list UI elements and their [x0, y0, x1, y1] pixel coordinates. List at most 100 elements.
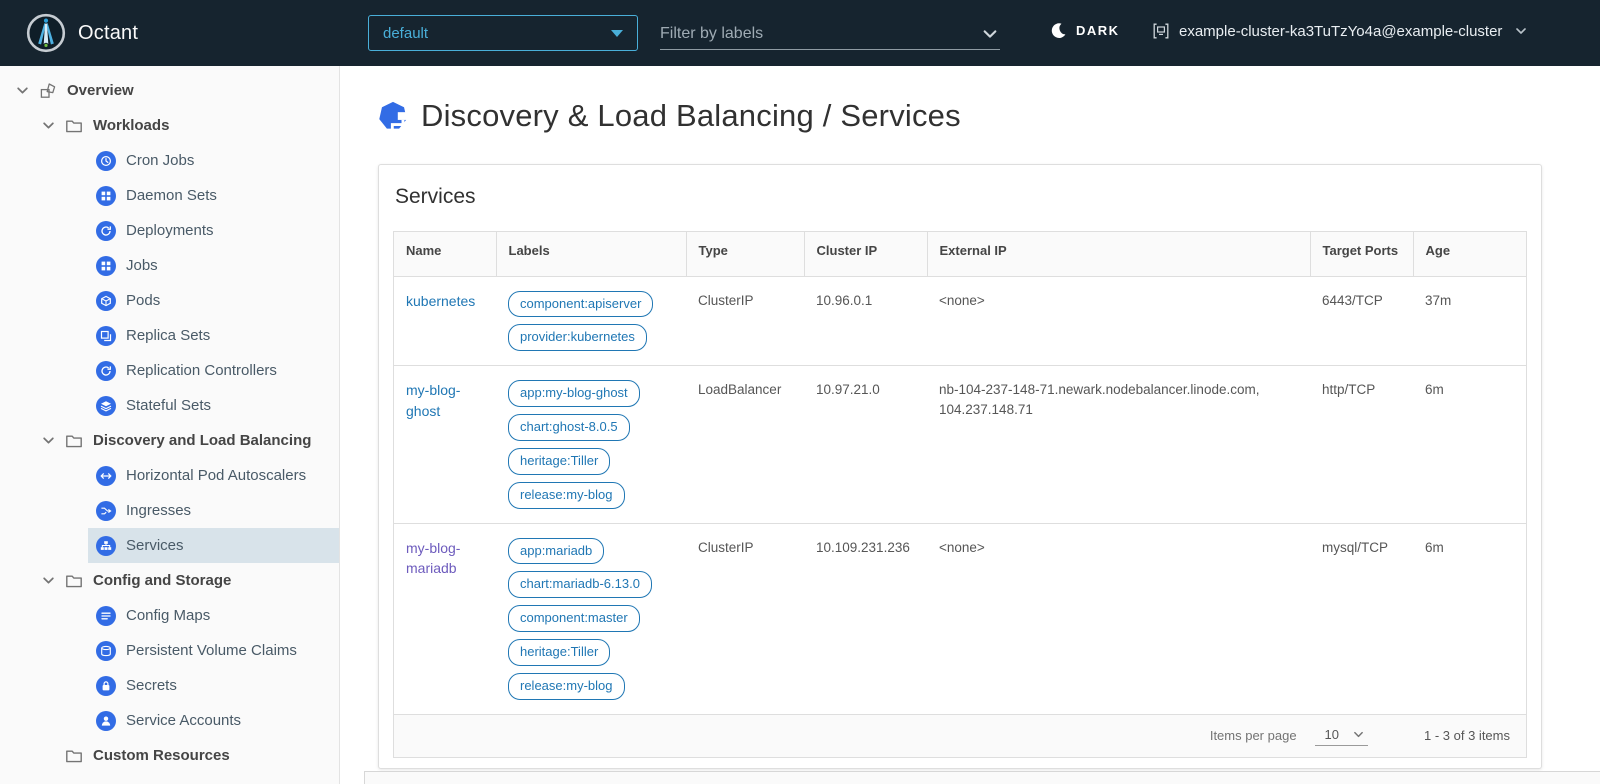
sidebar-item-secrets[interactable]: Secrets	[88, 668, 339, 703]
sidebar-item-cron-jobs[interactable]: Cron Jobs	[88, 143, 339, 178]
sidebar-item-label: Ingresses	[126, 502, 191, 519]
label-pill[interactable]: app:mariadb	[508, 538, 604, 565]
sidebar-item-stateful-sets[interactable]: Stateful Sets	[88, 388, 339, 423]
chevron-down-icon	[1515, 25, 1527, 37]
sidebar-item-replica-sets[interactable]: Replica Sets	[88, 318, 339, 353]
secret-icon	[96, 676, 116, 696]
items-per-page-value: 10	[1325, 727, 1339, 742]
sidebar-item-jobs[interactable]: Jobs	[88, 248, 339, 283]
sidebar-item-services[interactable]: Services	[88, 528, 339, 563]
main-content: Discovery & Load Balancing / Services Se…	[340, 66, 1600, 784]
sidebar-item-horizontal-pod-autoscalers[interactable]: Horizontal Pod Autoscalers	[88, 458, 339, 493]
sidebar-item-label: Replication Controllers	[126, 362, 277, 379]
service-link[interactable]: kubernetes	[406, 293, 475, 309]
column-header-age: Age	[1413, 232, 1526, 276]
chevron-down-icon[interactable]	[42, 119, 55, 132]
sidebar-item-label: Custom Resources	[93, 747, 230, 764]
sidebar-item-deployments[interactable]: Deployments	[88, 213, 339, 248]
cluster-context-selector[interactable]: example-cluster-ka3TuTzYo4a@example-clus…	[1152, 22, 1527, 40]
sidebar-group-config-and-storage[interactable]: Config and Storage	[34, 563, 339, 598]
moon-icon	[1050, 22, 1067, 39]
label-pill[interactable]: heritage:Tiller	[508, 448, 610, 475]
column-header-labels: Labels	[496, 232, 686, 276]
label-pill[interactable]: provider:kubernetes	[508, 324, 647, 351]
folder-icon	[65, 572, 83, 590]
service-link[interactable]: my-blog-mariadb	[406, 540, 460, 577]
folder-icon	[65, 117, 83, 135]
sidebar-group-workloads[interactable]: Workloads	[34, 108, 339, 143]
sidebar-item-persistent-volume-claims[interactable]: Persistent Volume Claims	[88, 633, 339, 668]
sidebar-item-label: Replica Sets	[126, 327, 210, 344]
sidebar-item-label: Discovery and Load Balancing	[93, 432, 311, 449]
pvc-icon	[96, 641, 116, 661]
sidebar-item-label: Config and Storage	[93, 572, 231, 589]
sidebar-item-label: Config Maps	[126, 607, 210, 624]
chevron-down-icon[interactable]	[42, 574, 55, 587]
sidebar-item-label: Stateful Sets	[126, 397, 211, 414]
service-icon	[96, 536, 116, 556]
column-header-target-ports: Target Ports	[1310, 232, 1413, 276]
label-pill[interactable]: heritage:Tiller	[508, 639, 610, 666]
chevron-down-icon[interactable]	[982, 26, 998, 42]
dark-mode-label: DARK	[1076, 23, 1120, 38]
sidebar-item-label: Daemon Sets	[126, 187, 217, 204]
pod-icon	[96, 291, 116, 311]
label-pill[interactable]: app:my-blog-ghost	[508, 380, 640, 407]
service-link[interactable]: my-blog-ghost	[406, 382, 460, 419]
hpa-icon	[96, 466, 116, 486]
chevron-down-icon[interactable]	[42, 434, 55, 447]
namespace-value: default	[383, 25, 428, 42]
sidebar-item-overview[interactable]: Overview	[8, 73, 339, 108]
chevron-down-icon	[1353, 729, 1364, 740]
folder-icon	[65, 432, 83, 450]
column-header-external-ip: External IP	[927, 232, 1310, 276]
label-pill[interactable]: chart:mariadb-6.13.0	[508, 571, 652, 598]
sidebar-item-pods[interactable]: Pods	[88, 283, 339, 318]
sidebar-item-service-accounts[interactable]: Service Accounts	[88, 703, 339, 738]
label-pill[interactable]: chart:ghost-8.0.5	[508, 414, 630, 441]
deployment-icon	[96, 221, 116, 241]
statefulset-icon	[96, 396, 116, 416]
sidebar-item-label: Horizontal Pod Autoscalers	[126, 467, 306, 484]
table-pagination: Items per page 10 1 - 3 of 3 items	[394, 715, 1526, 757]
table-row: my-blog-ghost app:my-blog-ghost chart:gh…	[394, 366, 1526, 523]
sidebar-item-label: Secrets	[126, 677, 177, 694]
cell-target-ports: 6443/TCP	[1310, 276, 1413, 366]
folder-icon	[65, 747, 83, 765]
label-pill[interactable]: release:my-blog	[508, 673, 625, 700]
cell-age: 6m	[1413, 366, 1526, 523]
octant-logo-icon	[26, 13, 66, 53]
sidebar-item-daemon-sets[interactable]: Daemon Sets	[88, 178, 339, 213]
chevron-down-icon[interactable]	[16, 84, 29, 97]
caret-down-icon	[611, 30, 623, 37]
column-header-type: Type	[686, 232, 804, 276]
namespace-dropdown[interactable]: default	[368, 15, 638, 51]
sidebar-group-discovery-and-load-balancing[interactable]: Discovery and Load Balancing	[34, 423, 339, 458]
sidebar-item-label: Persistent Volume Claims	[126, 642, 297, 659]
cell-external-ip: <none>	[927, 523, 1310, 714]
sidebar-item-label: Workloads	[93, 117, 169, 134]
label-pill[interactable]: release:my-blog	[508, 482, 625, 509]
cell-age: 37m	[1413, 276, 1526, 366]
sidebar-item-label: Service Accounts	[126, 712, 241, 729]
cell-external-ip: nb-104-237-148-71.newark.nodebalancer.li…	[927, 366, 1310, 523]
sidebar-item-ingresses[interactable]: Ingresses	[88, 493, 339, 528]
label-filter-input[interactable]	[660, 18, 1000, 50]
ingress-icon	[96, 501, 116, 521]
sidebar-group-custom-resources[interactable]: Custom Resources	[34, 738, 339, 773]
sidebar-item-label: Overview	[67, 82, 134, 99]
label-pill[interactable]: component:master	[508, 605, 640, 632]
label-pill[interactable]: component:apiserver	[508, 291, 653, 318]
cluster-context-value: example-cluster-ka3TuTzYo4a@example-clus…	[1179, 23, 1502, 40]
cell-cluster-ip: 10.109.231.236	[804, 523, 927, 714]
sidebar-item-label: Deployments	[126, 222, 214, 239]
items-per-page-select[interactable]: 10	[1315, 725, 1368, 746]
job-icon	[96, 256, 116, 276]
sidebar-item-config-maps[interactable]: Config Maps	[88, 598, 339, 633]
cell-type: ClusterIP	[686, 276, 804, 366]
sidebar-item-label: Pods	[126, 292, 160, 309]
items-per-page-label: Items per page	[1210, 728, 1297, 743]
sidebar-item-replication-controllers[interactable]: Replication Controllers	[88, 353, 339, 388]
serviceaccount-icon	[96, 711, 116, 731]
dark-mode-toggle[interactable]: DARK	[1050, 22, 1120, 39]
